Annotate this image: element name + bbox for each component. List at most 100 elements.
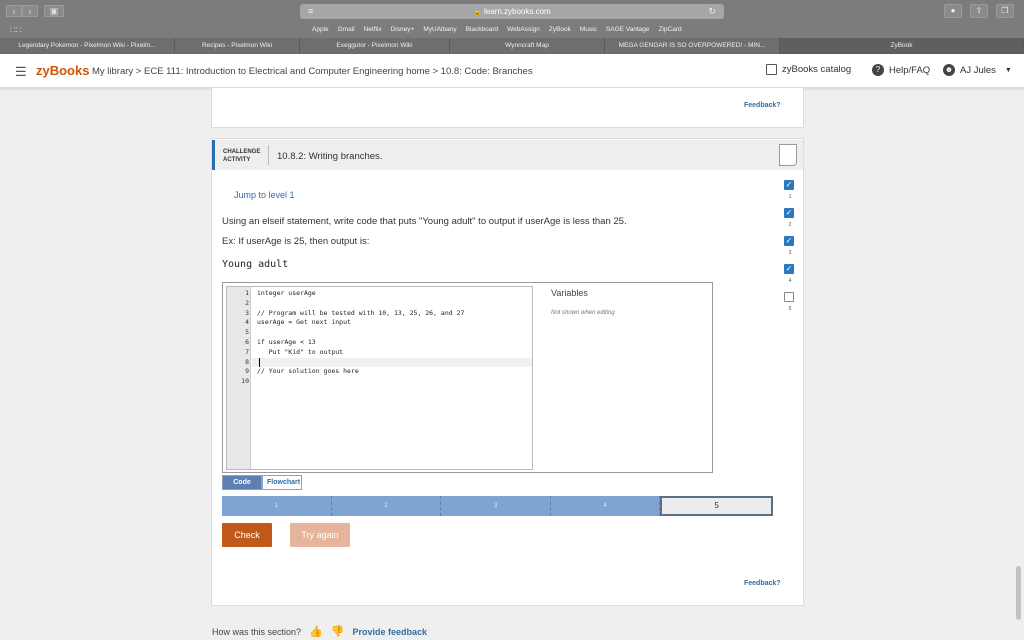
back-button[interactable]: ‹ — [6, 5, 22, 17]
lock-icon: 🔒 — [473, 9, 482, 16]
line-number: 8 — [245, 357, 249, 366]
current-line-highlight — [252, 357, 532, 367]
level-segment[interactable]: 1 — [222, 496, 332, 516]
extension-icon[interactable]: ● — [944, 4, 962, 18]
forward-button[interactable]: › — [22, 5, 38, 17]
challenge-label-line2: ACTIVITY — [223, 157, 251, 163]
level-segment[interactable]: 3 — [441, 496, 551, 516]
challenge-label: CHALLENGE ACTIVITY — [223, 148, 260, 164]
bookmark-item[interactable]: MyUAlbany — [423, 26, 456, 33]
bookmark-item[interactable]: Disney+ — [391, 26, 415, 33]
check-icon: ✓ — [784, 264, 794, 274]
help-icon: ? — [872, 64, 884, 76]
provide-feedback-link[interactable]: Provide feedback — [352, 627, 427, 637]
level-segment[interactable]: 5 — [660, 496, 773, 516]
level-number: 4 — [788, 278, 792, 284]
grid-icon[interactable]: ∷∷ — [10, 25, 21, 36]
reload-icon[interactable]: ↻ — [708, 4, 716, 19]
browser-tab[interactable]: Exeggutor - Pixelmon Wiki — [300, 38, 450, 54]
bookmark-item[interactable]: SAGE Vantage — [606, 26, 650, 33]
zybooks-logo[interactable]: zyBooks — [36, 63, 89, 78]
browser-tab[interactable]: Recipes - Pixelmon Wiki — [175, 38, 300, 54]
try-again-button[interactable]: Try again — [290, 523, 350, 547]
variables-title: Variables — [551, 288, 588, 298]
empty-checkbox-icon — [784, 292, 794, 302]
tab-flowchart[interactable]: Flowchart — [262, 475, 302, 490]
line-number: 5 — [245, 328, 249, 337]
line-number: 9 — [245, 367, 249, 376]
browser-tab[interactable]: Wynncraft Map — [450, 38, 605, 54]
divider — [268, 145, 269, 165]
tabs-overview-icon[interactable]: ❐ — [996, 4, 1014, 18]
level-segment[interactable]: 4 — [550, 496, 661, 516]
bookmark-item[interactable]: Blackboard — [466, 26, 499, 33]
code-line[interactable]: userAge = Get next input — [257, 318, 351, 326]
editor-tabs: Code Flowchart — [222, 475, 302, 490]
challenge-header: CHALLENGE ACTIVITY 10.8.2: Writing branc… — [212, 140, 803, 170]
breadcrumb[interactable]: My library > ECE 111: Introduction to El… — [92, 66, 533, 77]
bookmark-item[interactable]: WebAssign — [507, 26, 540, 33]
jump-to-level-link[interactable]: Jump to level 1 — [234, 190, 295, 200]
reader-icon[interactable]: ≡ — [308, 4, 313, 19]
tab-code[interactable]: Code — [222, 475, 262, 490]
page-scrollbar[interactable] — [1016, 566, 1021, 620]
level-segment[interactable]: 2 — [331, 496, 442, 516]
bookmark-item[interactable]: ZipCard — [659, 26, 682, 33]
bookmark-item[interactable]: Apple — [312, 26, 329, 33]
code-line[interactable]: // Program will be tested with 10, 13, 2… — [257, 309, 464, 317]
challenge-label-line1: CHALLENGE — [223, 149, 261, 155]
line-number: 2 — [245, 298, 249, 307]
browser-tab[interactable]: MEGA GENGAR IS SO OVERPOWERED! - MIN... — [605, 38, 780, 54]
text-caret — [259, 357, 260, 367]
thumbs-up-icon[interactable]: 👍 — [309, 625, 323, 638]
browser-tab[interactable]: ZyBook — [780, 38, 1024, 54]
catalog-icon — [766, 64, 777, 75]
level-number: 3 — [788, 250, 792, 256]
bookmark-item[interactable]: Music — [580, 26, 597, 33]
feedback-link[interactable]: Feedback? — [744, 102, 781, 109]
help-label: Help/FAQ — [889, 64, 931, 76]
check-icon: ✓ — [784, 180, 794, 190]
code-editor[interactable]: 1 2 3 4 5 6 7 8 9 10 integer userAge // Program wi… — [226, 286, 533, 470]
chevron-down-icon: ▼ — [1004, 66, 1012, 74]
check-icon: ✓ — [784, 236, 794, 246]
check-button[interactable]: Check — [222, 523, 272, 547]
section-feedback: How was this section? 👍 👎 Provide feedba… — [212, 625, 427, 638]
tab-bar: Legendary Pokemon - Pixelmon Wiki - Pixe… — [0, 38, 1024, 54]
check-icon: ✓ — [784, 208, 794, 218]
feedback-link[interactable]: Feedback? — [744, 580, 781, 587]
line-gutter: 1 2 3 4 5 6 7 8 9 10 — [227, 287, 251, 469]
bookmarks-bar: ∷∷ Apple Gmail Netflix Disney+ MyUAlbany Blac… — [0, 23, 1024, 38]
bookmark-item[interactable]: ZyBook — [549, 26, 571, 33]
browser-tab[interactable]: Legendary Pokemon - Pixelmon Wiki - Pixe… — [0, 38, 175, 54]
code-line[interactable]: // Your solution goes here — [257, 367, 359, 375]
challenge-title: 10.8.2: Writing branches. — [277, 151, 383, 162]
line-number: 10 — [241, 377, 249, 386]
catalog-link[interactable]: zyBooks catalog — [766, 64, 851, 75]
user-avatar-icon: ☻ — [943, 64, 955, 76]
code-line[interactable]: Put "Kid" to output — [257, 348, 343, 356]
catalog-label: zyBooks catalog — [782, 64, 852, 75]
url-text: learn.zybooks.com — [484, 7, 551, 16]
bookmark-item[interactable]: Netflix — [364, 26, 382, 33]
editor-panel: 1 2 3 4 5 6 7 8 9 10 integer userAge // Program wi… — [222, 282, 713, 473]
share-icon[interactable]: ⇧ — [970, 4, 988, 18]
previous-activity-card: Feedback? — [211, 88, 804, 128]
help-link[interactable]: ? Help/FAQ — [872, 64, 930, 76]
section-question: How was this section? — [212, 626, 302, 637]
code-line[interactable]: if userAge < 13 — [257, 338, 316, 346]
address-bar[interactable]: ≡ 🔒 learn.zybooks.com ↻ — [300, 4, 724, 19]
site-header: ☰ zyBooks My library > ECE 111: Introduc… — [0, 54, 1024, 88]
example-text: Ex: If userAge is 25, then output is: — [222, 236, 370, 247]
line-number: 7 — [245, 347, 249, 356]
sidebar-toggle-button[interactable]: ▣ — [44, 5, 64, 17]
menu-icon[interactable]: ☰ — [15, 65, 27, 78]
level-number: 5 — [788, 306, 792, 312]
bookmark-item[interactable]: Gmail — [338, 26, 355, 33]
level-number: 1 — [788, 194, 792, 200]
expected-output: Young adult — [222, 259, 289, 270]
thumbs-down-icon[interactable]: 👎 — [331, 625, 345, 638]
code-line[interactable]: integer userAge — [257, 289, 316, 297]
user-menu[interactable]: ☻ AJ Jules ▼ — [943, 64, 1012, 76]
browser-toolbar: ‹ › ▣ ≡ 🔒 learn.zybooks.com ↻ ● ⇧ ❐ — [0, 0, 1024, 23]
